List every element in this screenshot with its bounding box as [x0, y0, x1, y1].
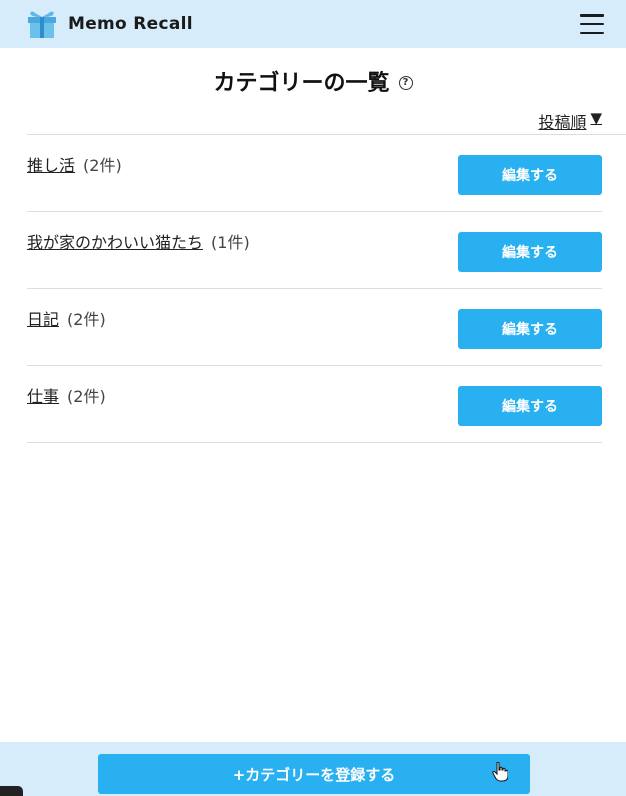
- edit-category-button[interactable]: 編集する: [458, 309, 602, 349]
- sort-order-link[interactable]: 投稿順 ▼: [538, 109, 602, 134]
- category-count: (2件): [83, 156, 122, 175]
- edit-category-button[interactable]: 編集する: [458, 386, 602, 426]
- register-category-button[interactable]: +カテゴリーを登録する: [98, 754, 530, 794]
- page-title: カテゴリーの一覧: [213, 71, 390, 96]
- help-icon[interactable]: ?: [398, 76, 413, 90]
- app-name: Memo Recall: [68, 14, 193, 34]
- hamburger-menu-icon[interactable]: [580, 14, 604, 34]
- gift-icon: [28, 11, 56, 38]
- category-row: 日記 (2件) 編集する: [27, 289, 602, 366]
- category-name-link[interactable]: 日記: [27, 310, 59, 330]
- category-row: 我が家のかわいい猫たち (1件) 編集する: [27, 212, 602, 289]
- corner-tab: [0, 786, 23, 796]
- category-name-link[interactable]: 推し活: [27, 156, 75, 176]
- edit-category-button[interactable]: 編集する: [458, 232, 602, 272]
- edit-category-button[interactable]: 編集する: [458, 155, 602, 195]
- brand[interactable]: Memo Recall: [26, 9, 193, 39]
- footer-bar: +カテゴリーを登録する: [0, 742, 626, 796]
- category-list: 推し活 (2件) 編集する 我が家のかわいい猫たち (1件) 編集する 日記 (…: [27, 135, 602, 443]
- title-row: カテゴリーの一覧 ?: [0, 67, 626, 96]
- category-count: (1件): [211, 233, 250, 252]
- category-row: 仕事 (2件) 編集する: [27, 366, 602, 443]
- sort-row: 投稿順 ▼: [27, 109, 626, 135]
- category-count: (2件): [67, 387, 106, 406]
- category-name-link[interactable]: 仕事: [27, 387, 59, 407]
- sort-label: 投稿順: [538, 113, 587, 132]
- category-name-link[interactable]: 我が家のかわいい猫たち: [27, 233, 203, 253]
- triangle-down-icon: ▼: [590, 109, 602, 127]
- app: Memo Recall カテゴリーの一覧 ? 投稿順 ▼ 推し活 (2件) 編集…: [0, 0, 626, 796]
- category-row: 推し活 (2件) 編集する: [27, 135, 602, 212]
- app-header: Memo Recall: [0, 0, 626, 48]
- category-count: (2件): [67, 310, 106, 329]
